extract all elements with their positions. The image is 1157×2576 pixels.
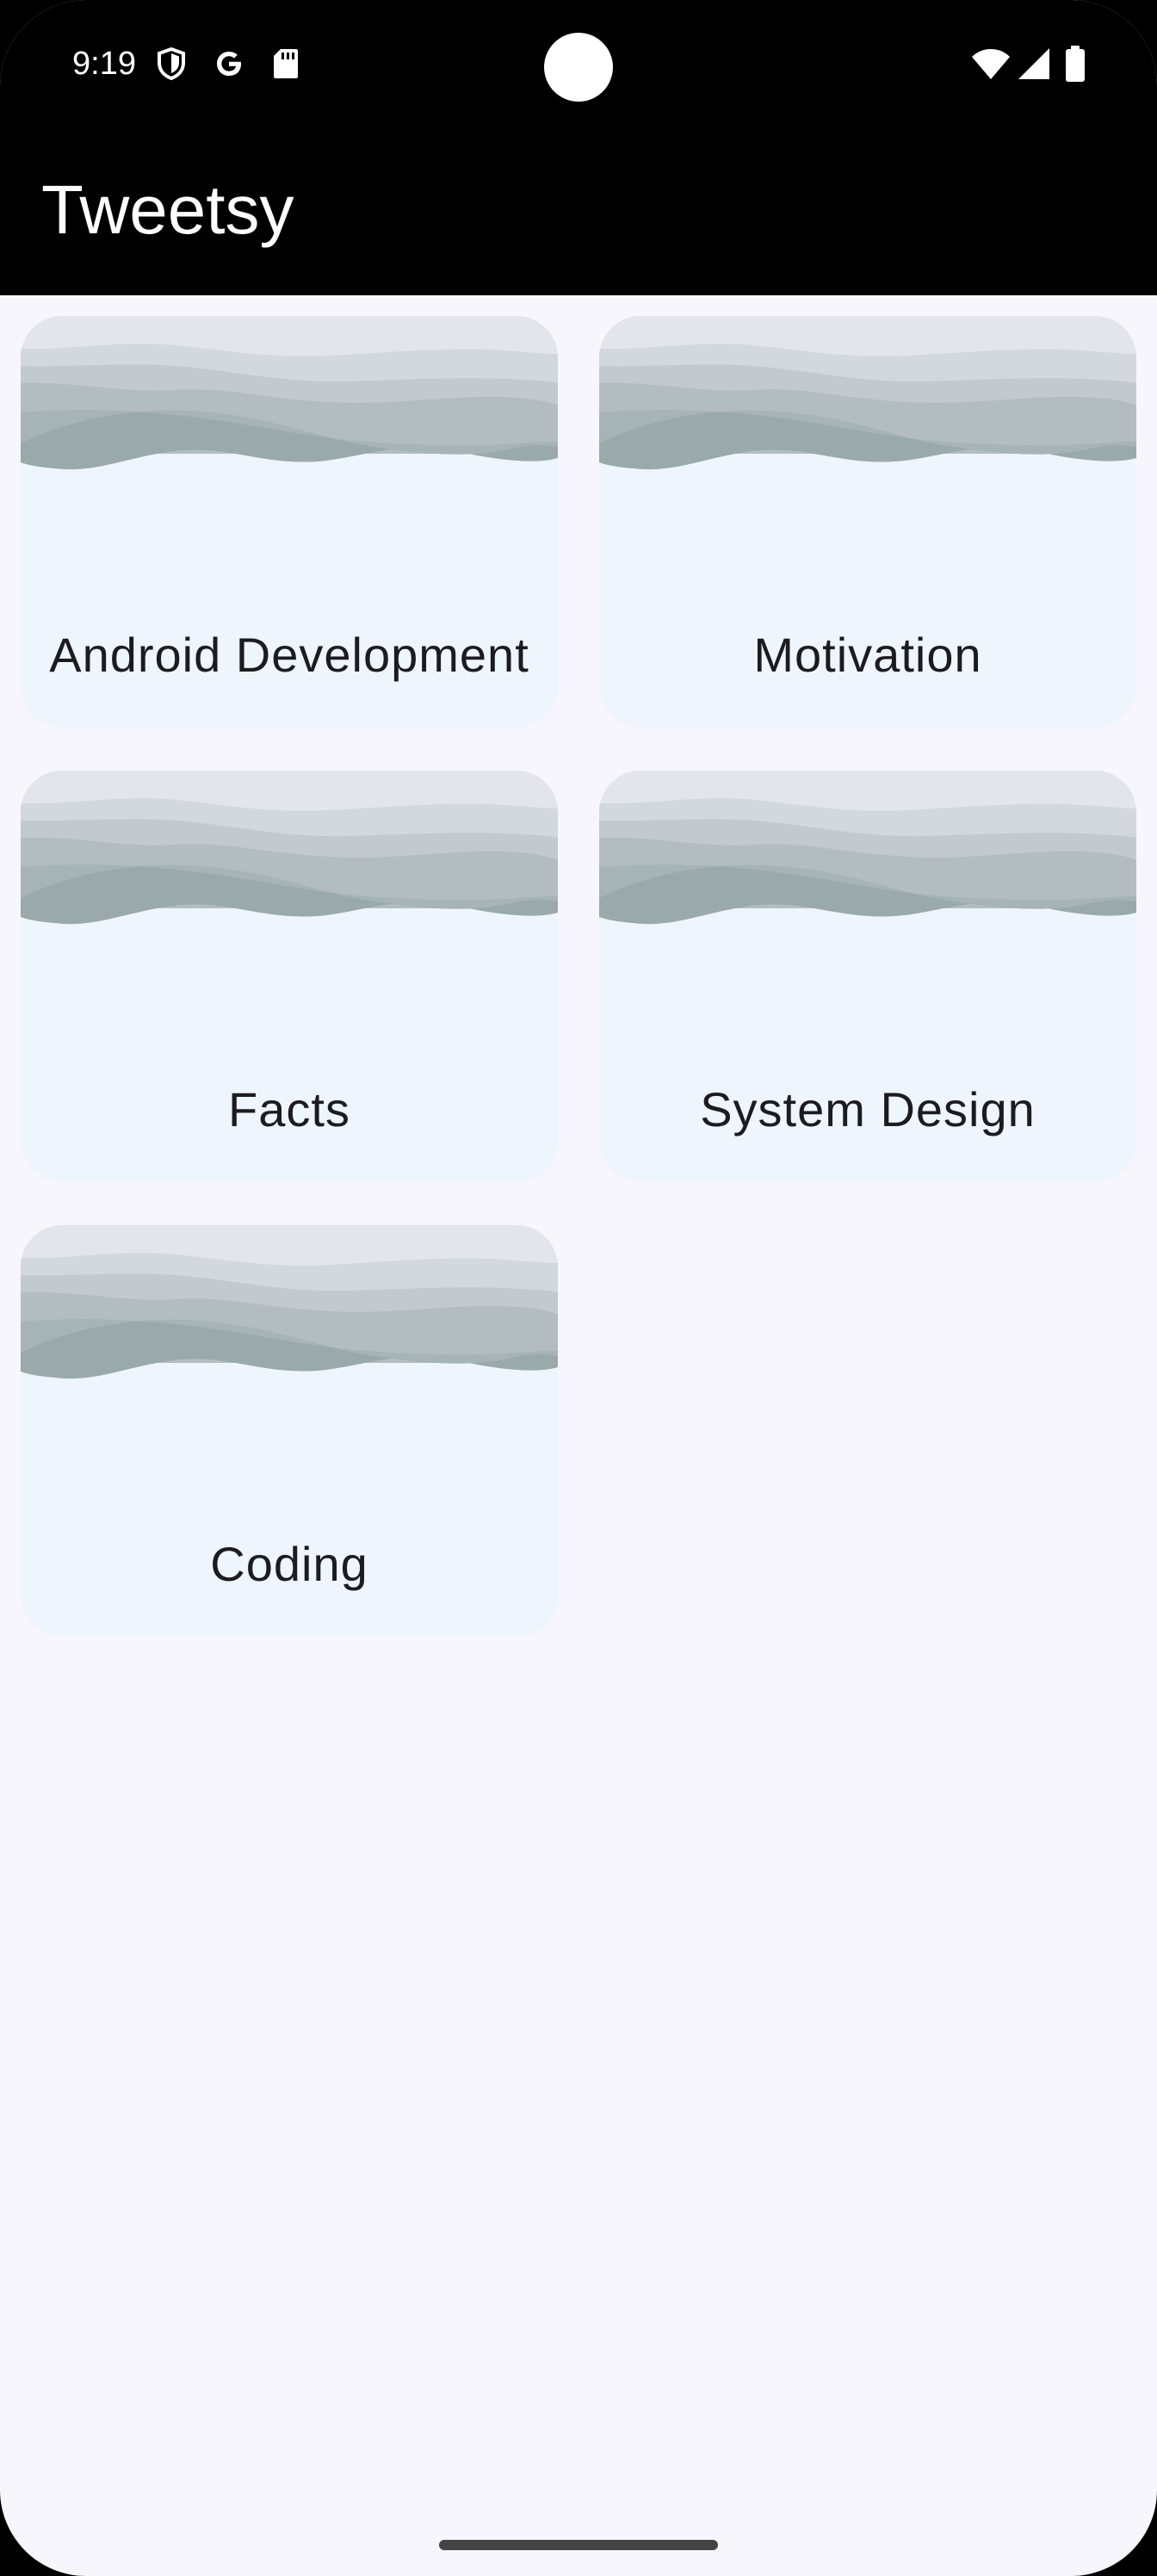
status-time: 9:19 bbox=[72, 46, 136, 82]
category-label: System Design bbox=[700, 1082, 1036, 1136]
top-app-bar: 9:19 Tweetsy bbox=[0, 0, 1157, 295]
waves-background-image bbox=[599, 316, 1136, 488]
wifi-icon bbox=[969, 43, 1012, 84]
category-card-motivation[interactable]: Motivation bbox=[599, 316, 1136, 728]
app-screen: 9:19 Tweetsy Android Development Motivat… bbox=[0, 0, 1157, 2576]
waves-background-image bbox=[21, 1225, 558, 1397]
waves-background-image bbox=[599, 771, 1136, 943]
shield-icon bbox=[153, 43, 189, 84]
google-icon bbox=[210, 43, 248, 84]
app-title: Tweetsy bbox=[41, 171, 294, 248]
category-label: Coding bbox=[210, 1537, 368, 1591]
category-card-android-development[interactable]: Android Development bbox=[21, 316, 558, 728]
waves-background-image bbox=[21, 316, 558, 488]
category-card-facts[interactable]: Facts bbox=[21, 771, 558, 1182]
battery-icon bbox=[1062, 43, 1088, 84]
category-label: Motivation bbox=[753, 628, 982, 682]
category-label: Android Development bbox=[49, 628, 529, 682]
category-card-coding[interactable]: Coding bbox=[21, 1225, 558, 1637]
cellular-signal-icon bbox=[1014, 43, 1054, 84]
status-bar: 9:19 bbox=[0, 0, 1157, 129]
waves-background-image bbox=[21, 771, 558, 943]
sd-card-icon bbox=[269, 43, 303, 84]
front-camera bbox=[544, 33, 613, 102]
gesture-navigation-bar[interactable] bbox=[439, 2540, 718, 2550]
category-card-system-design[interactable]: System Design bbox=[599, 771, 1136, 1182]
category-label: Facts bbox=[228, 1082, 350, 1136]
